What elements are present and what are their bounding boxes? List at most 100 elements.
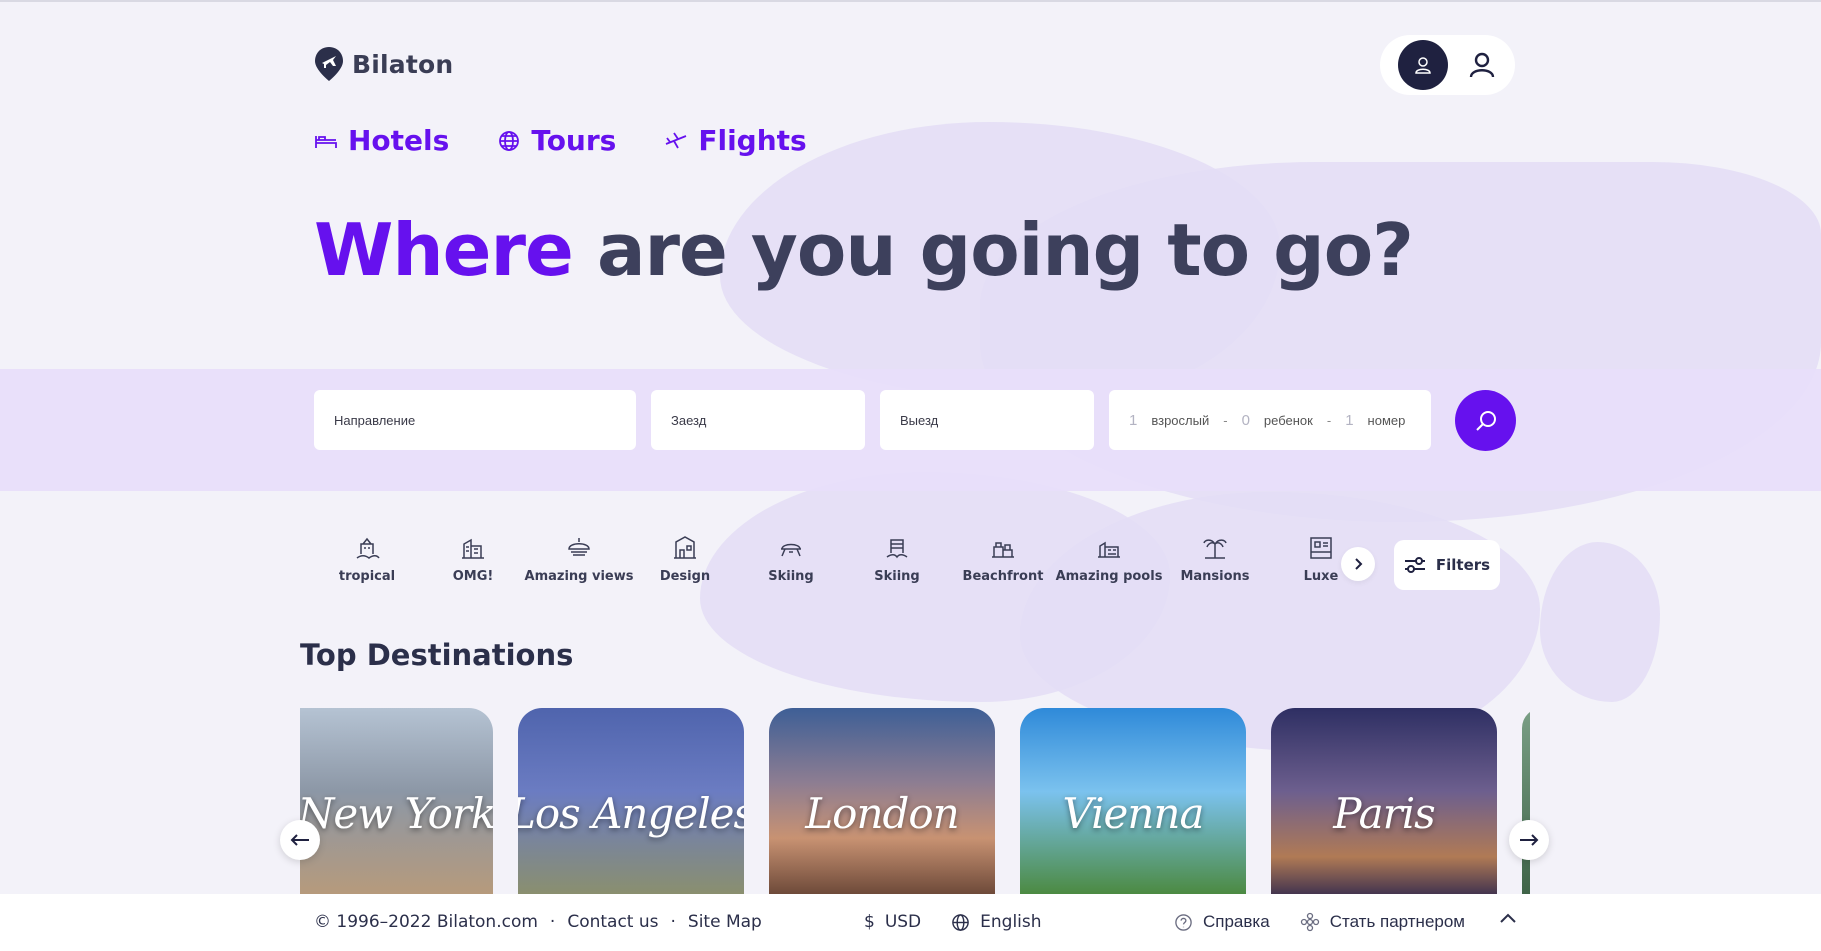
- tab-label: Tours: [531, 124, 617, 157]
- search-button[interactable]: [1455, 390, 1516, 451]
- category-amazing-views[interactable]: Amazing views: [524, 534, 634, 584]
- design-icon: [674, 536, 696, 559]
- category-label: Skiing: [768, 569, 814, 584]
- sitemap-link[interactable]: Site Map: [688, 912, 762, 932]
- globe-icon: [499, 130, 520, 151]
- guests-field[interactable]: 1 взрослый - 0 ребенок - 1 номер: [1109, 390, 1431, 450]
- adults-label: взрослый: [1151, 412, 1210, 428]
- destination-card-partial[interactable]: [1522, 708, 1530, 894]
- hero-headline: Where are you going to go?: [314, 208, 1414, 292]
- beachfront-icon: [992, 542, 1014, 558]
- footer-links: © 1996–2022 Bilaton.com · Contact us · S…: [314, 912, 762, 932]
- category-label: Mansions: [1180, 569, 1250, 584]
- headline-rest: are you going to go?: [596, 208, 1414, 292]
- category-beachfront[interactable]: Beachfront: [950, 534, 1056, 584]
- destinations-carousel: New York Los Angeles London Vienna Paris: [300, 708, 1530, 894]
- carousel-prev-button[interactable]: [280, 820, 320, 860]
- luxe-icon: [1310, 537, 1332, 559]
- tab-flights[interactable]: Flights: [664, 124, 807, 157]
- category-skiing-2[interactable]: Skiing: [844, 534, 950, 584]
- headline-accent: Where: [314, 208, 574, 292]
- category-design[interactable]: Design: [632, 534, 738, 584]
- category-label: Amazing pools: [1055, 569, 1163, 584]
- help-link[interactable]: Справка: [1174, 912, 1270, 932]
- tab-tours[interactable]: Tours: [497, 124, 616, 157]
- pools-icon: [1098, 541, 1120, 558]
- arrow-left-icon: [290, 834, 309, 846]
- category-label: Amazing views: [524, 569, 634, 584]
- separator-dot: ·: [549, 912, 556, 932]
- categories-next-button[interactable]: [1341, 547, 1375, 581]
- separator-dot: ·: [670, 912, 676, 932]
- language-selector[interactable]: English: [951, 912, 1042, 932]
- arrow-right-icon: [1520, 834, 1539, 846]
- checkin-input[interactable]: [671, 412, 865, 428]
- search-icon: [1475, 410, 1496, 431]
- currency-label: USD: [884, 912, 922, 932]
- bed-icon: [315, 135, 337, 148]
- checkout-field[interactable]: [880, 390, 1094, 450]
- category-label: Beachfront: [962, 569, 1044, 584]
- plane-icon: [666, 132, 687, 148]
- filters-label: Filters: [1435, 556, 1491, 574]
- destination-card-new-york[interactable]: New York: [300, 708, 493, 894]
- avatar[interactable]: [1398, 40, 1448, 90]
- profile-icon: [1415, 57, 1431, 74]
- footer: © 1996–2022 Bilaton.com · Contact us · S…: [0, 894, 1821, 951]
- destination-card-vienna[interactable]: Vienna: [1020, 708, 1246, 894]
- tropical-icon: [356, 537, 380, 559]
- currency-selector[interactable]: $ USD: [864, 912, 921, 932]
- checkin-field[interactable]: [651, 390, 865, 450]
- tab-hotels[interactable]: Hotels: [314, 124, 449, 157]
- destination-card-los-angeles[interactable]: Los Angeles: [518, 708, 744, 894]
- rooms-label: номер: [1367, 412, 1406, 428]
- category-skiing[interactable]: Skiing: [738, 534, 844, 584]
- destination-name: Vienna: [1062, 789, 1204, 838]
- filters-button[interactable]: Filters: [1394, 540, 1500, 590]
- category-label: Skiing: [874, 569, 920, 584]
- chevron-up-icon[interactable]: [1497, 908, 1519, 930]
- globe-icon: [952, 913, 969, 931]
- top-destinations-title: Top Destinations: [300, 638, 574, 672]
- account-menu[interactable]: [1380, 35, 1515, 95]
- skiing-alt-icon: [886, 539, 908, 559]
- category-label: tropical: [338, 569, 396, 584]
- partner-link[interactable]: Стать партнером: [1300, 912, 1465, 932]
- separator: -: [1223, 412, 1228, 428]
- footer-settings: $ USD English: [864, 912, 1042, 932]
- destination-input[interactable]: [334, 412, 636, 428]
- sliders-icon: [1404, 557, 1425, 573]
- destination-field[interactable]: [314, 390, 636, 450]
- brand-logo[interactable]: Bilaton: [314, 46, 453, 82]
- carousel-next-button[interactable]: [1509, 820, 1549, 860]
- category-bar: tropical OMG! Amazing views Design Skiin…: [314, 534, 1374, 584]
- skiing-icon: [781, 543, 801, 557]
- copyright: © 1996–2022 Bilaton.com: [314, 912, 538, 932]
- category-label: OMG!: [452, 569, 494, 584]
- plane-logo-icon: [315, 47, 343, 81]
- help-label: Справка: [1203, 912, 1270, 931]
- category-omg[interactable]: OMG!: [420, 534, 526, 584]
- destination-card-paris[interactable]: Paris: [1271, 708, 1497, 894]
- category-tropical[interactable]: tropical: [314, 534, 420, 584]
- footer-help: Справка Стать партнером: [1174, 912, 1465, 932]
- tab-label: Hotels: [348, 124, 450, 157]
- children-count: 0: [1241, 411, 1250, 429]
- booking-tabs: Hotels Tours Flights: [314, 124, 807, 157]
- rooms-count: 1: [1345, 411, 1354, 429]
- destination-card-london[interactable]: London: [769, 708, 995, 894]
- destination-name: New York: [300, 789, 493, 838]
- category-label: Design: [659, 569, 711, 584]
- separator: -: [1326, 412, 1332, 428]
- omg-icon: [462, 538, 484, 559]
- contact-link[interactable]: Contact us: [567, 912, 658, 932]
- category-mansions[interactable]: Mansions: [1162, 534, 1268, 584]
- chevron-right-icon: [1355, 558, 1363, 570]
- partner-flower-icon: [1300, 912, 1319, 932]
- category-amazing-pools[interactable]: Amazing pools: [1056, 534, 1162, 584]
- destination-name: Los Angeles: [518, 789, 744, 838]
- checkout-input[interactable]: [900, 412, 1094, 428]
- adults-count: 1: [1129, 411, 1138, 429]
- category-label: Luxe: [1303, 569, 1339, 584]
- user-icon[interactable]: [1462, 45, 1502, 85]
